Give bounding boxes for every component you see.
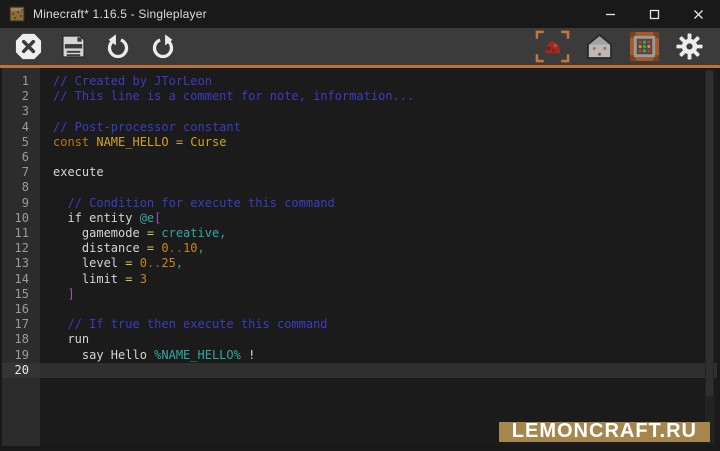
line-number: 14 bbox=[2, 272, 40, 287]
code-line: 9 // Condition for execute this command bbox=[2, 196, 717, 211]
line-number: 7 bbox=[2, 165, 40, 180]
undo-button[interactable] bbox=[104, 33, 132, 61]
window-title: Minecraft* 1.16.5 - Singleplayer bbox=[33, 7, 207, 21]
line-number: 18 bbox=[2, 332, 40, 347]
line-number: 3 bbox=[2, 104, 40, 119]
title-bar: Minecraft* 1.16.5 - Singleplayer bbox=[0, 0, 720, 28]
code-text[interactable]: say Hello %NAME_HELLO% ! bbox=[40, 348, 717, 363]
code-line: 10 if entity @e[ bbox=[2, 211, 717, 226]
scrollbar-thumb[interactable] bbox=[706, 71, 713, 396]
code-line: 18 run bbox=[2, 332, 717, 347]
code-line: 8 bbox=[2, 180, 717, 195]
line-number: 8 bbox=[2, 180, 40, 195]
code-text[interactable]: level = 0..25, bbox=[40, 256, 717, 271]
code-line: 15 ] bbox=[2, 287, 717, 302]
code-line: 14 limit = 3 bbox=[2, 272, 717, 287]
code-text[interactable]: gamemode = creative, bbox=[40, 226, 717, 241]
line-number: 6 bbox=[2, 150, 40, 165]
code-line: 6 bbox=[2, 150, 717, 165]
grass-block-icon bbox=[9, 6, 25, 22]
line-number: 17 bbox=[2, 317, 40, 332]
code-line: 1// Created by JTorLeon bbox=[2, 74, 717, 89]
code-line: 2// This line is a comment for note, inf… bbox=[2, 89, 717, 104]
minimize-button[interactable] bbox=[588, 0, 632, 28]
scrollbar-track[interactable] bbox=[705, 70, 714, 444]
redo-icon bbox=[149, 33, 177, 61]
redstone-capture-button[interactable] bbox=[535, 30, 570, 63]
code-line: 20 bbox=[2, 363, 717, 378]
code-line: 17 // If true then execute this command bbox=[2, 317, 717, 332]
crafting-gui-button[interactable] bbox=[629, 31, 660, 62]
home-button[interactable] bbox=[585, 32, 614, 61]
undo-icon bbox=[104, 33, 132, 61]
code-line: 11 gamemode = creative, bbox=[2, 226, 717, 241]
home-icon bbox=[585, 32, 614, 61]
code-line: 5const NAME_HELLO = Curse bbox=[2, 135, 717, 150]
code-line: 3 bbox=[2, 104, 717, 119]
code-editor[interactable]: 1// Created by JTorLeon2// This line is … bbox=[0, 68, 720, 451]
toolbar-right-group bbox=[535, 30, 704, 63]
app-window: Minecraft* 1.16.5 - Singleplayer bbox=[0, 0, 720, 451]
watermark-badge: LEMONCRAFT.RU bbox=[499, 422, 710, 442]
redo-button[interactable] bbox=[149, 33, 177, 61]
redstone-capture-icon bbox=[535, 30, 570, 63]
toolbar bbox=[0, 28, 720, 65]
code-line: 19 say Hello %NAME_HELLO% ! bbox=[2, 348, 717, 363]
code-text[interactable]: limit = 3 bbox=[40, 272, 717, 287]
line-number: 5 bbox=[2, 135, 40, 150]
line-number: 11 bbox=[2, 226, 40, 241]
window-controls bbox=[588, 0, 720, 28]
code-text[interactable]: // Post-processor constant bbox=[40, 120, 717, 135]
code-text[interactable]: if entity @e[ bbox=[40, 211, 717, 226]
code-text[interactable] bbox=[40, 302, 717, 317]
close-button[interactable] bbox=[676, 0, 720, 28]
close-file-button[interactable] bbox=[14, 32, 43, 61]
code-text[interactable]: // If true then execute this command bbox=[40, 317, 717, 332]
line-number: 4 bbox=[2, 120, 40, 135]
line-number: 20 bbox=[2, 363, 40, 378]
close-icon bbox=[693, 9, 704, 20]
code-text[interactable] bbox=[40, 150, 717, 165]
maximize-button[interactable] bbox=[632, 0, 676, 28]
line-number: 1 bbox=[2, 74, 40, 89]
code-line: 16 bbox=[2, 302, 717, 317]
line-number: 13 bbox=[2, 256, 40, 271]
code-text[interactable] bbox=[40, 363, 717, 378]
settings-gear-icon bbox=[675, 32, 704, 61]
code-text[interactable]: const NAME_HELLO = Curse bbox=[40, 135, 717, 150]
line-number: 9 bbox=[2, 196, 40, 211]
line-number: 16 bbox=[2, 302, 40, 317]
line-number: 15 bbox=[2, 287, 40, 302]
maximize-icon bbox=[649, 9, 660, 20]
code-text[interactable]: distance = 0..10, bbox=[40, 241, 717, 256]
code-line: 4// Post-processor constant bbox=[2, 120, 717, 135]
code-lines: 1// Created by JTorLeon2// This line is … bbox=[2, 68, 717, 378]
code-line: 12 distance = 0..10, bbox=[2, 241, 717, 256]
line-number: 10 bbox=[2, 211, 40, 226]
code-line: 7execute bbox=[2, 165, 717, 180]
save-button[interactable] bbox=[60, 33, 87, 60]
save-icon bbox=[60, 33, 87, 60]
line-number: 2 bbox=[2, 89, 40, 104]
code-text[interactable]: // Condition for execute this command bbox=[40, 196, 717, 211]
code-text[interactable]: // This line is a comment for note, info… bbox=[40, 89, 717, 104]
line-number: 12 bbox=[2, 241, 40, 256]
code-text[interactable]: ] bbox=[40, 287, 717, 302]
code-line: 13 level = 0..25, bbox=[2, 256, 717, 271]
code-text[interactable]: execute bbox=[40, 165, 717, 180]
minimize-icon bbox=[605, 9, 616, 20]
code-text[interactable] bbox=[40, 180, 717, 195]
settings-button[interactable] bbox=[675, 32, 704, 61]
code-text[interactable]: // Created by JTorLeon bbox=[40, 74, 717, 89]
crafting-gui-icon bbox=[629, 31, 660, 62]
close-file-icon bbox=[14, 32, 43, 61]
code-text[interactable]: run bbox=[40, 332, 717, 347]
code-text[interactable] bbox=[40, 104, 717, 119]
line-number: 19 bbox=[2, 348, 40, 363]
